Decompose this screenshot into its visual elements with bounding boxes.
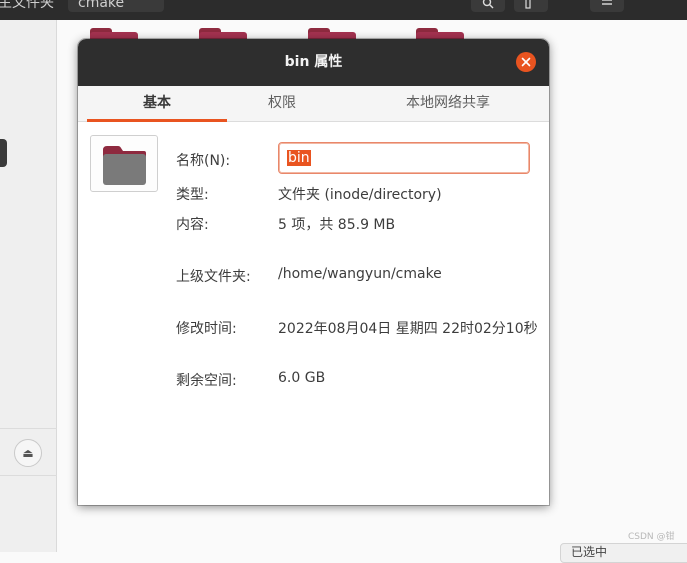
tab-basic[interactable]: 基本 [87, 86, 227, 122]
folder-icon [103, 146, 146, 185]
free-space-label: 剩余空间: [176, 373, 237, 389]
close-icon [521, 57, 531, 67]
sidebar-divider [0, 428, 57, 429]
search-icon [482, 0, 494, 9]
menu-button[interactable] [590, 0, 624, 12]
modified-label: 修改时间: [176, 321, 237, 337]
modified-value: 2022年08月04日 星期四 22时02分10秒 [278, 321, 538, 337]
close-button[interactable] [516, 52, 536, 72]
path-segment-cmake[interactable]: cmake [68, 0, 164, 12]
dialog-title: bin 属性 [284, 54, 343, 70]
folder-item[interactable] [90, 20, 138, 40]
eject-icon: ⏏ [22, 446, 34, 460]
name-field[interactable]: bin [278, 142, 530, 174]
selection-status: 已选中 [560, 543, 687, 563]
sidebar-divider [0, 475, 57, 476]
folder-item[interactable] [308, 20, 356, 40]
watermark: CSDN @钳 [628, 532, 675, 542]
view-toggle-button[interactable] [514, 0, 548, 12]
eject-button[interactable]: ⏏ [14, 439, 42, 467]
free-space-value: 6.0 GB [278, 370, 326, 386]
contents-value: 5 项，共 85.9 MB [278, 217, 396, 233]
view-icon [525, 0, 531, 9]
sidebar-active-marker [0, 139, 7, 167]
menu-icon [602, 0, 612, 5]
contents-label: 内容: [176, 217, 209, 233]
tab-permissions[interactable]: 权限 [212, 86, 352, 121]
parent-folder-label: 上级文件夹: [176, 269, 251, 285]
folder-icon-button[interactable] [90, 135, 158, 192]
dialog-titlebar[interactable]: bin 属性 [78, 39, 549, 86]
search-button[interactable] [471, 0, 505, 12]
places-sidebar: ⏏ [0, 20, 57, 552]
folder-item[interactable] [199, 20, 247, 40]
folder-item[interactable] [416, 20, 464, 40]
tab-local-network-share[interactable]: 本地网络共享 [368, 86, 528, 121]
type-value: 文件夹 (inode/directory) [278, 187, 442, 203]
file-manager-headerbar: 主文件夹 cmake [0, 0, 687, 20]
type-label: 类型: [176, 187, 209, 203]
name-label: 名称(N): [176, 153, 231, 169]
tab-bar: 基本 权限 本地网络共享 [78, 86, 549, 122]
parent-folder-value: /home/wangyun/cmake [278, 266, 442, 282]
name-field-value: bin [287, 150, 311, 166]
properties-dialog: bin 属性 基本 权限 本地网络共享 名称(N): bin 类型: 文件夹 (… [78, 39, 549, 505]
path-segment-home[interactable]: 主文件夹 [0, 0, 66, 12]
